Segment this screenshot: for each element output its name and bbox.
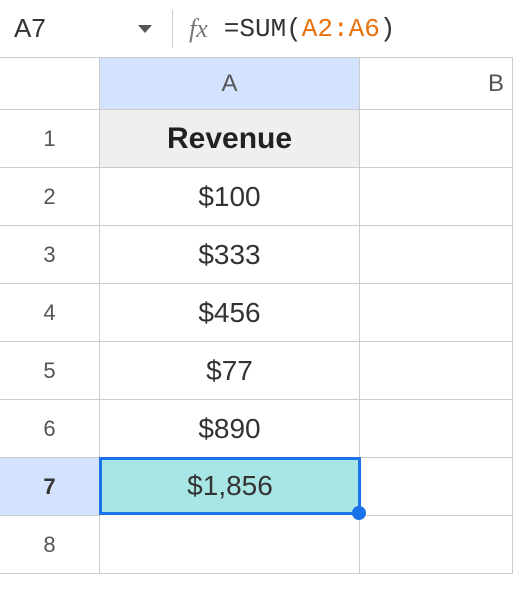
formula-bar: A7 fx =SUM(A2:A6) [0,0,513,58]
formula-range: A2:A6 [302,14,380,44]
cell-a8[interactable] [100,516,360,574]
spreadsheet-grid: A B 1 Revenue 2 $100 3 $333 4 $456 5 $77… [0,58,513,574]
cell-b2[interactable] [360,168,513,226]
cell-a7-value: $1,856 [187,470,273,502]
cell-a1[interactable]: Revenue [100,110,360,168]
cell-a7[interactable]: $1,856 [99,457,361,515]
cell-b6[interactable] [360,400,513,458]
formula-prefix: =SUM( [224,14,302,44]
formula-input[interactable]: =SUM(A2:A6) [224,14,396,44]
formula-suffix: ) [380,14,396,44]
cell-a5[interactable]: $77 [100,342,360,400]
row-header-1[interactable]: 1 [0,110,100,168]
name-box-dropdown-icon[interactable] [138,25,152,33]
row-header-6[interactable]: 6 [0,400,100,458]
cell-b7[interactable] [360,458,513,516]
cell-a3[interactable]: $333 [100,226,360,284]
row-header-7[interactable]: 7 [0,458,100,516]
cell-b4[interactable] [360,284,513,342]
column-header-a[interactable]: A [100,58,360,110]
row-header-2[interactable]: 2 [0,168,100,226]
row-header-8[interactable]: 8 [0,516,100,574]
row-header-5[interactable]: 5 [0,342,100,400]
cell-a4[interactable]: $456 [100,284,360,342]
cell-a6[interactable]: $890 [100,400,360,458]
row-header-4[interactable]: 4 [0,284,100,342]
fx-icon: fx [189,14,208,44]
cell-b1[interactable] [360,110,513,168]
name-box[interactable]: A7 [8,13,138,44]
cell-b8[interactable] [360,516,513,574]
column-header-b[interactable]: B [360,58,513,110]
cell-b5[interactable] [360,342,513,400]
fill-handle[interactable] [352,506,366,520]
cell-a2[interactable]: $100 [100,168,360,226]
select-all-corner[interactable] [0,58,100,110]
cell-b3[interactable] [360,226,513,284]
row-header-3[interactable]: 3 [0,226,100,284]
divider [172,10,173,48]
